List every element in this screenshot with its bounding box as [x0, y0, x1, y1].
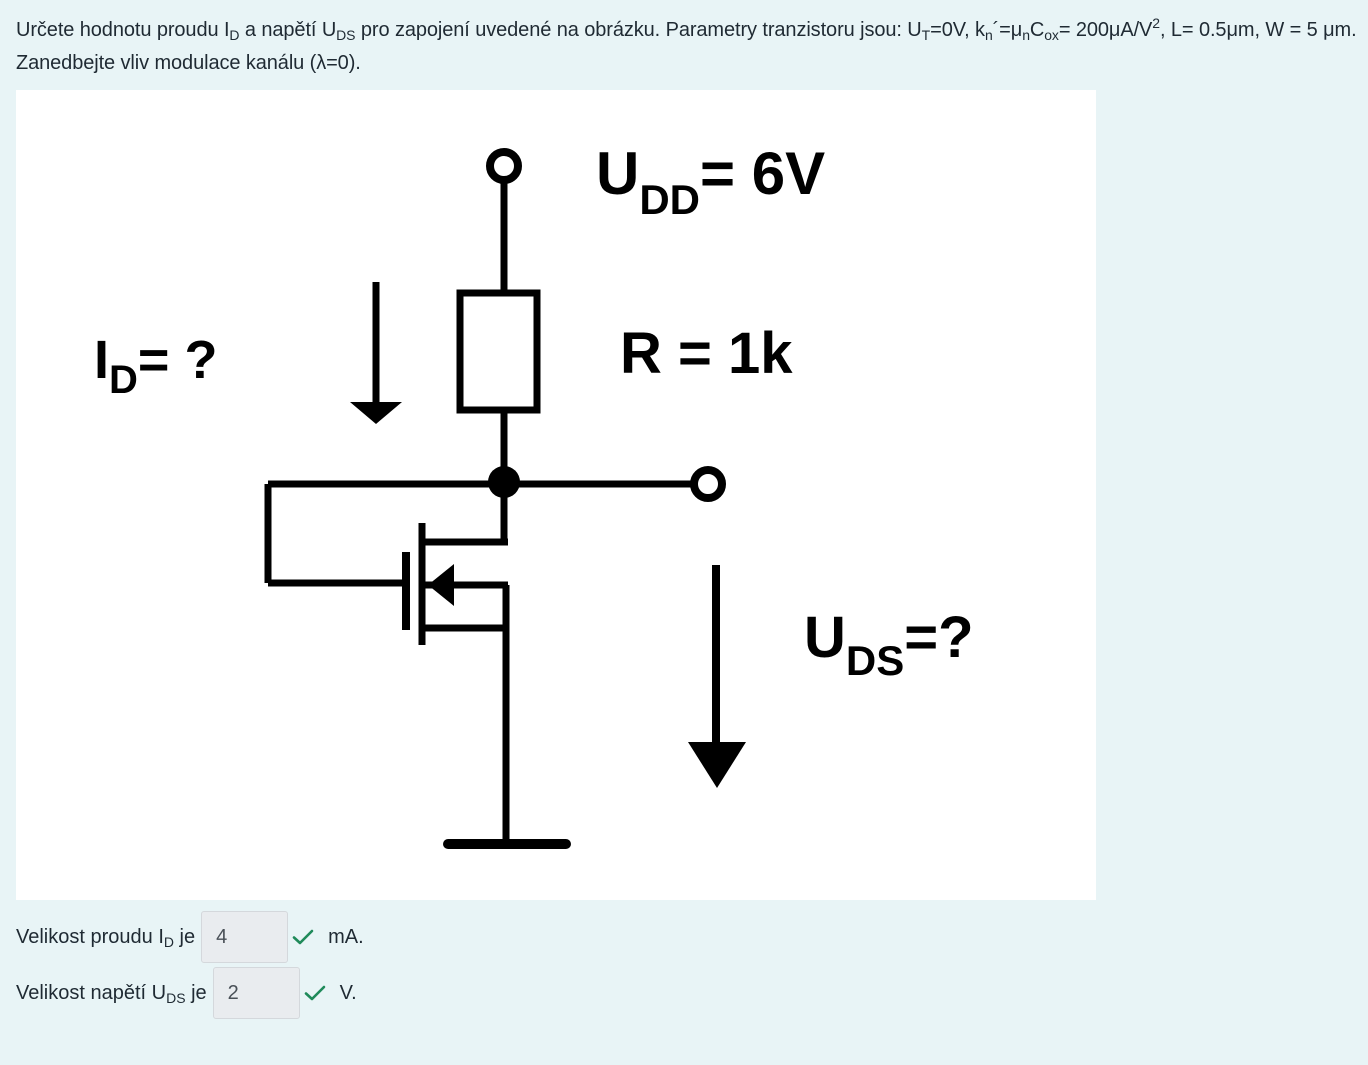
circuit-diagram: UDD= 6V R = 1k ID= ? UDS=?	[16, 90, 1096, 900]
junction-dot	[488, 466, 520, 498]
answer-label-voltage: Velikost napětí UDS je	[16, 981, 207, 1006]
udd-label: UDD= 6V	[596, 140, 825, 223]
output-terminal	[690, 466, 726, 502]
mosfet-arrow-head	[428, 564, 454, 606]
current-answer-input[interactable]	[201, 911, 289, 963]
resistor-label: R = 1k	[620, 321, 793, 386]
question-text: Určete hodnotu proudu ID a napětí UDS pr…	[16, 15, 1357, 74]
id-label: ID= ?	[94, 330, 217, 402]
resistor	[456, 289, 541, 414]
answer-row-voltage: Velikost napětí UDS je V.	[16, 967, 357, 1019]
uds-arrow-head	[688, 742, 746, 788]
vdd-terminal	[486, 148, 522, 184]
id-arrow-head	[350, 402, 402, 424]
answer-label-current: Velikost proudu ID je	[16, 925, 196, 950]
current-unit: mA.	[328, 925, 364, 948]
check-icon	[292, 929, 314, 945]
check-icon	[304, 985, 325, 1001]
voltage-answer-input[interactable]	[212, 967, 300, 1019]
voltage-unit: V.	[339, 981, 357, 1004]
uds-label: UDS=?	[804, 605, 974, 684]
answer-row-current: Velikost proudu ID je mA.	[16, 911, 364, 963]
circuit-svg: UDD= 6V R = 1k ID= ? UDS=?	[94, 140, 974, 849]
